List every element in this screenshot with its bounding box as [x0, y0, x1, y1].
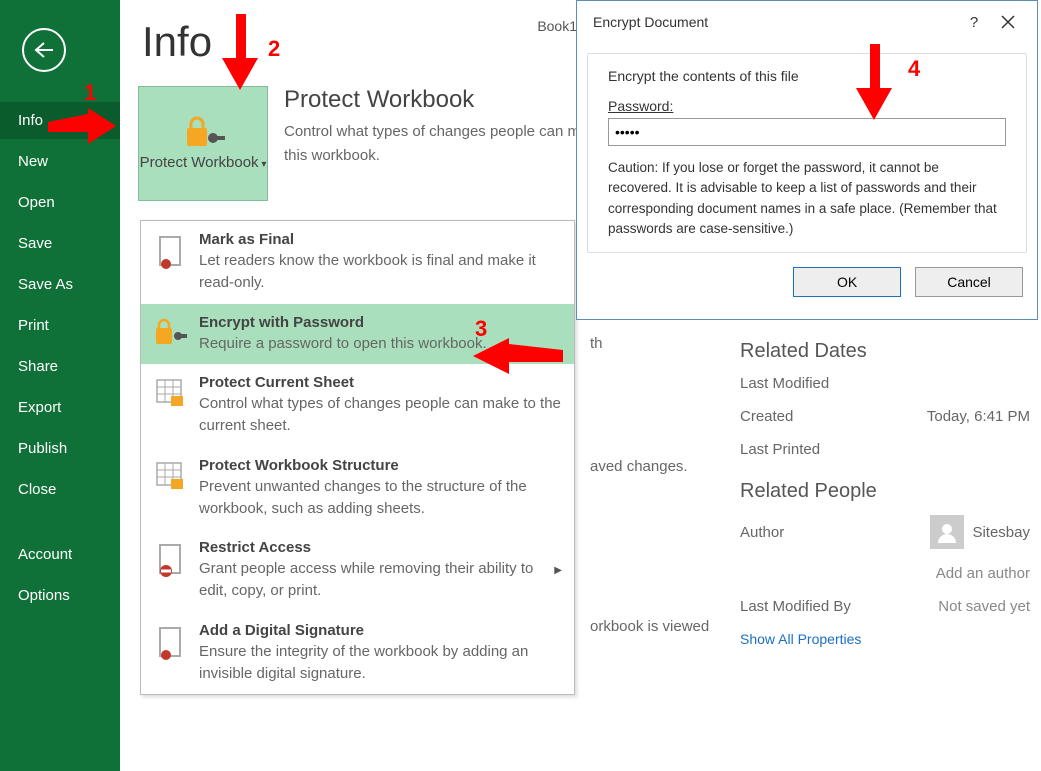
annotation-arrow-2 — [222, 14, 262, 92]
property-row: CreatedToday, 6:41 PM — [740, 408, 1030, 425]
document-ribbon-icon — [156, 235, 186, 271]
dialog-subtitle: Encrypt the contents of this file — [608, 68, 1006, 84]
document-no-entry-icon — [156, 543, 186, 579]
properties-panel: Related Dates Last Modified CreatedToday… — [740, 340, 1030, 647]
annotation-number-2: 2 — [268, 36, 280, 62]
sidebar-item-options[interactable]: Options — [0, 577, 120, 614]
show-all-properties-link[interactable]: Show All Properties — [740, 631, 1030, 647]
menu-item-desc: Let readers know the workbook is final a… — [199, 250, 562, 294]
annotation-number-3: 3 — [475, 316, 487, 342]
menu-item-title: Add a Digital Signature — [199, 622, 562, 639]
lock-key-icon — [154, 318, 188, 348]
partial-text: aved changes. — [590, 458, 688, 475]
avatar-icon — [930, 515, 964, 549]
menu-item-title: Restrict Access — [199, 539, 540, 556]
property-row: Last Modified — [740, 375, 1030, 392]
lock-key-icon — [181, 116, 225, 150]
sidebar-item-print[interactable]: Print — [0, 307, 120, 344]
annotation-number-4: 4 — [908, 56, 920, 82]
menu-add-digital-signature[interactable]: Add a Digital Signature Ensure the integr… — [141, 612, 574, 695]
sheet-lock-icon — [155, 378, 187, 410]
close-icon — [1001, 15, 1015, 29]
password-label: Password: — [608, 98, 1006, 114]
sidebar-item-save-as[interactable]: Save As — [0, 266, 120, 303]
protect-workbook-menu: Mark as Final Let readers know the workbo… — [140, 220, 575, 695]
sidebar-item-publish[interactable]: Publish — [0, 430, 120, 467]
menu-item-desc: Prevent unwanted changes to the structur… — [199, 476, 562, 520]
related-people-heading: Related People — [740, 480, 1030, 503]
back-button[interactable] — [22, 28, 66, 72]
annotation-arrow-4 — [856, 44, 896, 122]
property-row: Last Printed — [740, 441, 1030, 458]
sidebar-item-close[interactable]: Close — [0, 471, 120, 508]
menu-item-title: Encrypt with Password — [199, 314, 562, 331]
menu-item-title: Protect Workbook Structure — [199, 457, 562, 474]
encrypt-document-dialog: Encrypt Document ? Encrypt the contents … — [576, 0, 1038, 320]
protect-button-label: Protect Workbook ▾ — [140, 154, 267, 172]
sidebar-item-export[interactable]: Export — [0, 389, 120, 426]
menu-protect-workbook-structure[interactable]: Protect Workbook Structure Prevent unwant… — [141, 447, 574, 530]
menu-protect-current-sheet[interactable]: Protect Current Sheet Control what types … — [141, 364, 574, 447]
author-row: Author Sitesbay — [740, 515, 1030, 549]
sidebar-item-account[interactable]: Account — [0, 536, 120, 573]
dialog-close-button[interactable] — [991, 7, 1025, 37]
menu-mark-as-final[interactable]: Mark as Final Let readers know the workbo… — [141, 221, 574, 304]
menu-item-title: Protect Current Sheet — [199, 374, 562, 391]
annotation-number-1: 1 — [84, 80, 96, 106]
sidebar-item-new[interactable]: New — [0, 143, 120, 180]
annotation-arrow-1 — [48, 108, 118, 148]
last-modified-by-row: Last Modified ByNot saved yet — [740, 598, 1030, 615]
submenu-arrow-icon: ▶ — [550, 565, 562, 576]
menu-restrict-access[interactable]: Restrict Access Grant people access while… — [141, 529, 574, 612]
dialog-caution-text: Caution: If you lose or forget the passw… — [608, 158, 1006, 239]
annotation-arrow-3 — [473, 338, 563, 374]
dialog-title: Encrypt Document — [593, 14, 708, 30]
author-name: Sitesbay — [972, 524, 1030, 541]
sidebar-item-save[interactable]: Save — [0, 225, 120, 262]
related-dates-heading: Related Dates — [740, 340, 1030, 363]
menu-item-desc: Control what types of changes people can… — [199, 393, 562, 437]
sidebar-list: Info New Open Save Save As Print Share E… — [0, 102, 120, 614]
sidebar-item-open[interactable]: Open — [0, 184, 120, 221]
ok-button[interactable]: OK — [793, 267, 901, 297]
menu-item-desc: Ensure the integrity of the workbook by … — [199, 641, 562, 685]
cancel-button[interactable]: Cancel — [915, 267, 1023, 297]
add-author-row[interactable]: Add an author — [740, 565, 1030, 582]
back-arrow-icon — [33, 41, 55, 59]
dialog-help-button[interactable]: ? — [957, 7, 991, 37]
partial-text: orkbook is viewed — [590, 618, 709, 635]
partial-text: th — [590, 335, 603, 352]
menu-item-desc: Grant people access while removing their… — [199, 558, 540, 602]
protect-workbook-button[interactable]: Protect Workbook ▾ — [138, 86, 268, 201]
password-input[interactable] — [608, 118, 1006, 146]
sidebar-item-share[interactable]: Share — [0, 348, 120, 385]
workbook-lock-icon — [155, 461, 187, 493]
menu-item-title: Mark as Final — [199, 231, 562, 248]
document-seal-icon — [156, 626, 186, 662]
